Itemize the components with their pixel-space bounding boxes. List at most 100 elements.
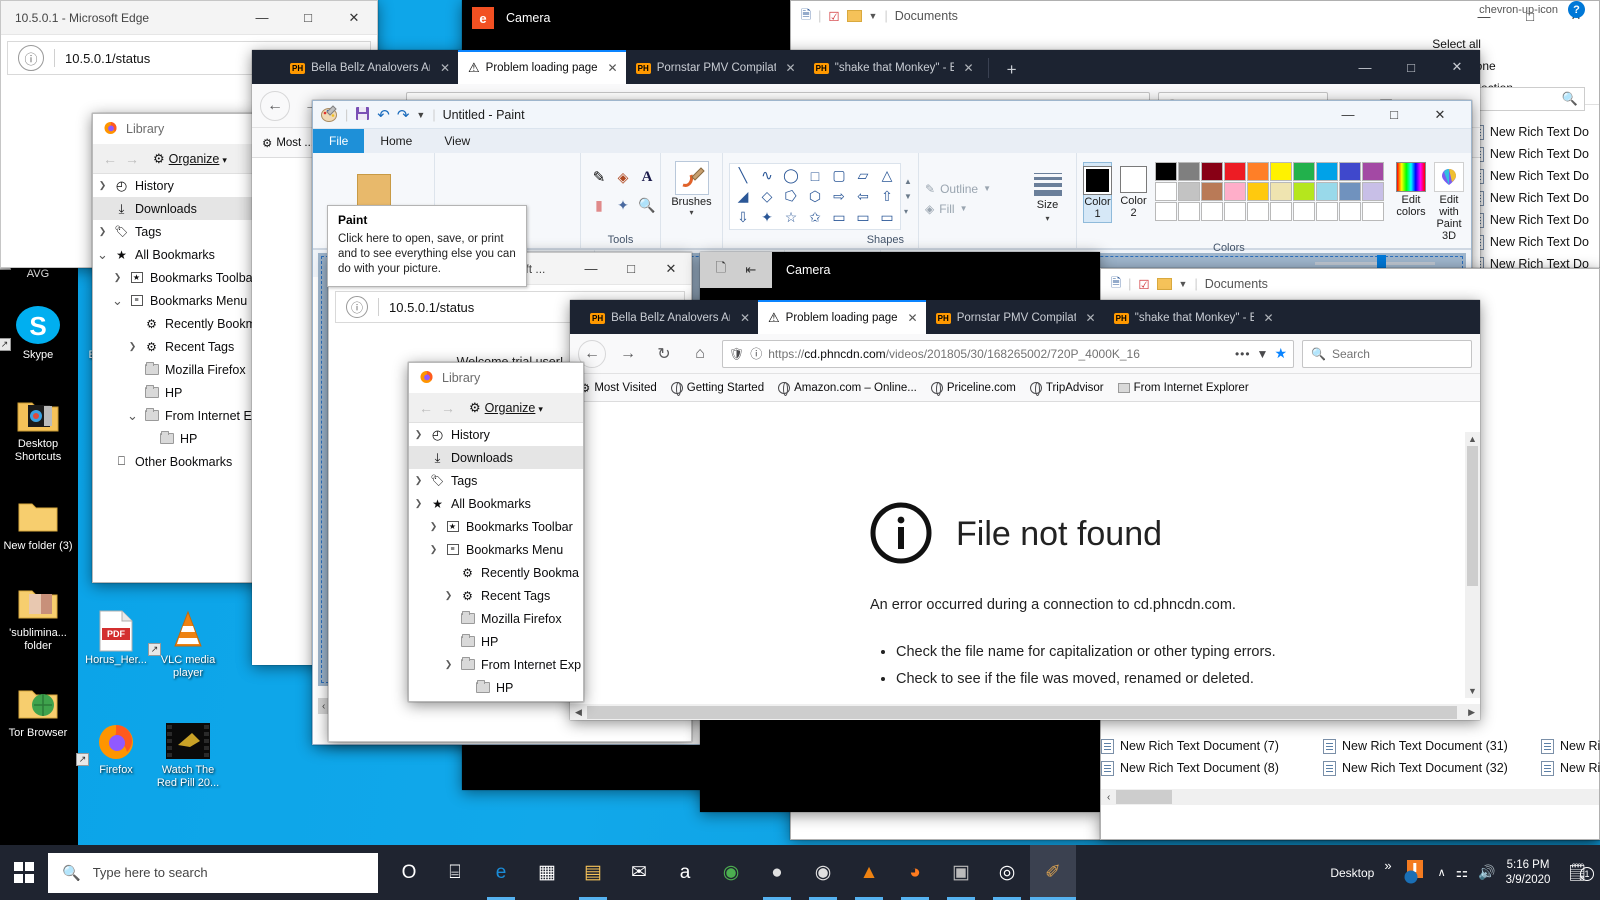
shape-item-14[interactable]: ⇩: [731, 207, 755, 228]
scroll-down-icon[interactable]: ▼: [904, 192, 912, 201]
scroll-left-arrow-icon[interactable]: ◀: [570, 707, 587, 718]
color-swatch-r2-c1[interactable]: [1178, 202, 1200, 221]
redo-icon[interactable]: ↷: [397, 106, 410, 124]
taskbar-vlc-icon[interactable]: ▲: [846, 845, 892, 900]
color-swatch-r2-c3[interactable]: [1224, 202, 1246, 221]
library-tree-item-12[interactable]: ⎕ Other Bookmarks: [93, 450, 271, 473]
firefox-tab-1[interactable]: ⚠ Problem loading page ✕: [758, 300, 926, 334]
chevron-right-icon[interactable]: ❯: [443, 659, 454, 670]
brushes-button[interactable]: [674, 161, 709, 195]
file-list-item[interactable]: New Rich Text Do: [1470, 231, 1589, 253]
color-swatch-r2-c7[interactable]: [1316, 202, 1338, 221]
file-list-item[interactable]: New Rich Text Do: [1470, 209, 1589, 231]
new-tab-button[interactable]: +: [995, 60, 1029, 84]
paint-quick-access-toolbar[interactable]: | ↶ ↷ ▼ | Untitled - Paint — □ ✕: [313, 101, 1471, 129]
nav-forward-button[interactable]: →: [125, 151, 139, 167]
taskbar-opera-icon[interactable]: ●: [754, 845, 800, 900]
edge-window-controls[interactable]: — □ ✕: [239, 1, 377, 35]
edge-mikrotik-url-text[interactable]: 10.5.0.1/status: [389, 300, 474, 315]
shape-item-5[interactable]: ▱: [851, 165, 875, 186]
chevron-right-icon[interactable]: ❯: [413, 475, 424, 486]
desktop-icon-skype[interactable]: S ↗ Skype: [0, 303, 76, 362]
firefox-tab-3[interactable]: PH "shake that Monkey" - Bella Be ✕: [1104, 302, 1282, 334]
explorer-front-titlebar[interactable]: 🗎 | ☑ ▼ | Documents: [1101, 269, 1599, 299]
picker-icon[interactable]: ✦: [617, 197, 629, 214]
edge-titlebar[interactable]: 10.5.0.1 - Microsoft Edge — □ ✕: [1, 1, 377, 35]
desktop-icon-subliminal-folder[interactable]: 'sublimina... folder: [0, 581, 76, 653]
chevron-down-icon[interactable]: ⌄: [127, 409, 138, 422]
text-icon[interactable]: A: [642, 169, 653, 186]
shape-item-18[interactable]: ▭: [827, 207, 851, 228]
color-swatch-r0-c0[interactable]: [1155, 162, 1177, 181]
start-button[interactable]: [0, 845, 48, 900]
library-tree-item-11[interactable]: HP: [409, 676, 583, 699]
shape-item-17[interactable]: ✩: [803, 207, 827, 228]
shape-item-7[interactable]: ◢: [731, 186, 755, 207]
taskbar-microsoft-store-icon[interactable]: ▦: [524, 845, 570, 900]
network-icon[interactable]: ⚏: [1456, 864, 1469, 881]
paint-ribbon[interactable]: Clipboard Image ✎ ◈ A ▮ ✦ 🔍 Tools: [313, 153, 1471, 287]
firefox-tab-2[interactable]: PH Pornstar PMV Compilation 19 - ✕: [926, 302, 1104, 334]
bookmark-item-1[interactable]: Getting Started: [670, 381, 764, 396]
shape-item-19[interactable]: ▭: [851, 207, 875, 228]
chevron-down-icon[interactable]: ▾: [1045, 214, 1049, 223]
library-front-toolbar[interactable]: ← → ⚙ Organize ▾: [409, 393, 583, 423]
library-tree-item-3[interactable]: ⌄ ★ All Bookmarks: [93, 243, 271, 266]
desktop-icon-desktop-shortcuts[interactable]: Desktop Shortcuts: [0, 392, 76, 464]
undo-icon[interactable]: ↶: [377, 106, 390, 124]
color-swatch-r1-c2[interactable]: [1201, 182, 1223, 201]
minimize-button[interactable]: —: [571, 253, 611, 285]
explorer-front-file-columns[interactable]: New Rich Text Document (7) New Rich Text …: [1101, 735, 1600, 779]
firefox-bookmarks-bar-front[interactable]: ⚙ Most Visited Getting Started Amazon.com –…: [570, 374, 1480, 402]
shape-item-11[interactable]: ⇨: [827, 186, 851, 207]
scroll-thumb[interactable]: [1467, 446, 1478, 586]
size-button[interactable]: Size ▾: [1025, 157, 1070, 234]
maximize-button[interactable]: □: [1371, 101, 1417, 129]
taskbar-tripadvisor-icon[interactable]: ◉: [708, 845, 754, 900]
nav-back-button[interactable]: ←: [103, 151, 117, 167]
chevron-right-icon[interactable]: ❯: [413, 498, 424, 509]
folder-icon[interactable]: [846, 10, 862, 22]
maximize-button[interactable]: □: [1388, 50, 1434, 84]
fill-icon[interactable]: ◈: [618, 169, 629, 186]
system-tray[interactable]: Desktop » ∧ ⚏ 🔊 5:16 PM 3/9/2020 🗒 1: [1330, 845, 1600, 900]
paint-window-controls[interactable]: — □ ✕: [1325, 101, 1463, 129]
library-tree-item-0[interactable]: ❯ ◴ History: [409, 423, 583, 446]
library-tree-item-11[interactable]: HP: [93, 427, 271, 450]
color-swatch-r2-c4[interactable]: [1247, 202, 1269, 221]
close-tab-icon[interactable]: ✕: [608, 61, 618, 75]
organize-button[interactable]: Organize: [485, 401, 536, 415]
color-swatch-r2-c2[interactable]: [1201, 202, 1223, 221]
shape-item-20[interactable]: ▭: [875, 207, 899, 228]
chevron-right-icon[interactable]: ❯: [428, 544, 439, 555]
nav-forward-button[interactable]: →: [441, 400, 455, 416]
color-swatch-r1-c4[interactable]: [1247, 182, 1269, 201]
library-tree-item-10[interactable]: ❯ From Internet Exp: [409, 653, 583, 676]
library-tree-item-8[interactable]: Mozilla Firefox: [409, 607, 583, 630]
color-swatch-r1-c7[interactable]: [1316, 182, 1338, 201]
file-list-item[interactable]: New Rich Text Document (8): [1101, 757, 1323, 779]
paint-ribbon-tabs[interactable]: File Home View: [313, 129, 1471, 153]
minimize-button[interactable]: —: [1325, 101, 1371, 129]
home-button[interactable]: ⌂: [686, 340, 714, 368]
library-tree-front[interactable]: ❯ ◴ History ⤓ Downloads ❯ 🏷 Tags ❯ ★ All Bookmarks…: [409, 423, 583, 699]
close-button[interactable]: ✕: [651, 253, 691, 285]
info-icon[interactable]: ⓘ: [18, 45, 44, 71]
library-tree-item-1[interactable]: ⤓ Downloads: [93, 197, 271, 220]
paint-tab-view[interactable]: View: [428, 129, 486, 153]
scroll-right-arrow-icon[interactable]: ▶: [1463, 707, 1480, 718]
tray-overflow-icon[interactable]: »: [1384, 858, 1391, 873]
bookmark-item-0[interactable]: ⚙ Most Visited: [580, 381, 657, 395]
minimize-button[interactable]: —: [239, 1, 285, 35]
library-front-titlebar[interactable]: Library: [409, 363, 583, 393]
library-tree-back[interactable]: ❯ ◴ History ⤓ Downloads ❯ 🏷 Tags ⌄ ★ All Bookmarks…: [93, 174, 271, 473]
shape-item-6[interactable]: △: [875, 165, 899, 186]
library-tree-item-9[interactable]: HP: [93, 381, 271, 404]
volume-icon[interactable]: 🔊: [1478, 864, 1495, 881]
desktop-icon-watch-red-pill[interactable]: Watch The Red Pill 20...: [150, 718, 226, 790]
color1-button[interactable]: Color 1: [1083, 162, 1112, 223]
color-palette[interactable]: [1155, 162, 1384, 221]
chevron-down-icon[interactable]: ▾: [538, 404, 543, 414]
avg-tray-icon[interactable]: [1402, 858, 1428, 887]
library-tree-item-2[interactable]: ❯ 🏷 Tags: [409, 469, 583, 492]
